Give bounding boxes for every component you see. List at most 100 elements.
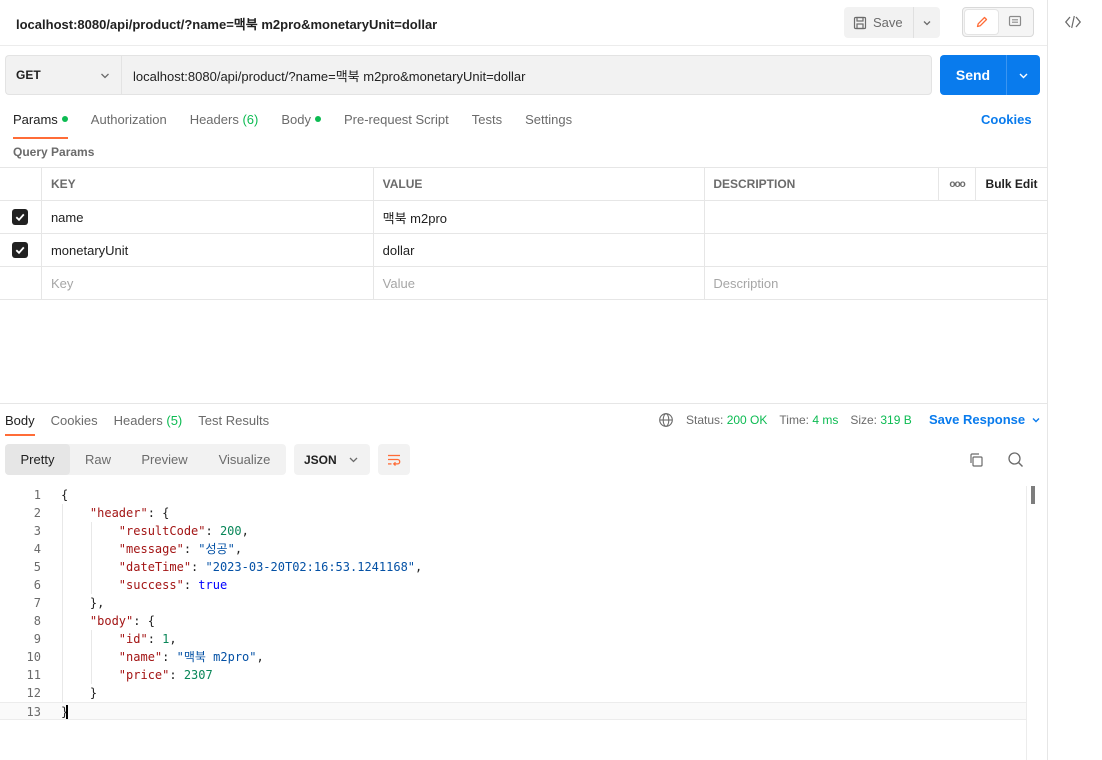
tab-test-results[interactable]: Test Results: [198, 411, 269, 436]
tab-label: Tests: [471, 112, 503, 127]
view-preview-button[interactable]: Preview: [126, 444, 203, 475]
param-key[interactable]: monetaryUnit: [42, 234, 374, 266]
code-line[interactable]: 1{: [0, 486, 1026, 504]
response-size[interactable]: Size: 319 B: [850, 413, 911, 427]
line-number: 10: [26, 650, 41, 664]
tab-label: Test Results: [198, 413, 270, 428]
tab-settings[interactable]: Settings: [525, 109, 572, 139]
indent-guide: [90, 558, 92, 576]
param-value[interactable]: 맥북 m2pro: [374, 201, 706, 233]
line-number: 6: [33, 578, 41, 592]
code-snippet-icon[interactable]: [1064, 13, 1082, 31]
code-text: {: [61, 488, 69, 502]
tab-label: Params: [13, 112, 58, 127]
indent-guide: [62, 666, 63, 684]
tab-pre-request-script[interactable]: Pre-request Script: [344, 109, 449, 139]
search-icon[interactable]: [1007, 451, 1024, 468]
param-checkbox[interactable]: [0, 201, 42, 233]
line-number: 13: [26, 705, 41, 719]
send-button[interactable]: Send: [940, 55, 1007, 95]
bulk-edit-button[interactable]: Bulk Edit: [976, 168, 1047, 200]
tab-count: (6): [242, 112, 259, 127]
chevron-down-icon: [1019, 73, 1028, 78]
send-options-button[interactable]: [1007, 55, 1040, 95]
code-line[interactable]: 4 "message": "성공",: [0, 540, 1026, 558]
wrap-lines-button[interactable]: [378, 444, 410, 475]
url-input[interactable]: localhost:8080/api/product/?name=맥북 m2pr…: [121, 55, 932, 95]
code-line[interactable]: 5 "dateTime": "2023-03-20T02:16:53.12411…: [0, 558, 1026, 576]
request-title[interactable]: localhost:8080/api/product/?name=맥북 m2pr…: [16, 14, 437, 33]
param-value[interactable]: dollar: [374, 234, 706, 266]
tab-response-headers[interactable]: Headers (5): [114, 411, 183, 436]
status-code[interactable]: Status: 200 OK: [686, 413, 767, 427]
scrollbar-thumb[interactable]: [1031, 486, 1035, 504]
tab-label: Settings: [525, 112, 573, 127]
tab-headers[interactable]: Headers (6): [190, 109, 259, 139]
edit-mode-button[interactable]: [965, 10, 998, 34]
checkbox-checked[interactable]: [12, 242, 29, 258]
new-description-input[interactable]: Description: [705, 267, 1047, 299]
response-divider[interactable]: [0, 403, 1047, 404]
param-checkbox[interactable]: [0, 234, 42, 266]
tab-body[interactable]: Body: [281, 109, 321, 139]
code-line[interactable]: 11 "price": 2307: [0, 666, 1026, 684]
param-description[interactable]: [705, 201, 1047, 233]
right-sidebar: [1047, 0, 1102, 760]
response-time[interactable]: Time: 4 ms: [779, 413, 838, 427]
checkbox-checked[interactable]: [12, 209, 29, 225]
chevron-down-icon: [1032, 417, 1040, 422]
save-options-button[interactable]: [914, 7, 940, 38]
mode-toggle: [962, 7, 1034, 37]
code-line[interactable]: 10 "name": "맥북 m2pro",: [0, 648, 1026, 666]
copy-icon[interactable]: [968, 452, 984, 468]
vertical-scrollbar[interactable]: [1026, 486, 1039, 760]
code-text: "success": true: [118, 578, 228, 592]
tab-response-cookies[interactable]: Cookies: [51, 411, 98, 436]
params-indicator-dot: [61, 116, 68, 122]
code-line[interactable]: 6 "success": true: [0, 576, 1026, 594]
tab-response-body[interactable]: Body: [5, 411, 35, 436]
param-key[interactable]: name: [42, 201, 374, 233]
title-bar: localhost:8080/api/product/?name=맥북 m2pr…: [0, 0, 1047, 46]
param-description[interactable]: [705, 234, 1047, 266]
tab-label: Body: [5, 413, 35, 428]
view-visualize-button[interactable]: Visualize: [203, 444, 286, 475]
code-line[interactable]: 7 },: [0, 594, 1026, 612]
comments-mode-button[interactable]: [998, 10, 1031, 34]
indent-guide: [62, 576, 63, 594]
send-button-group: Send: [940, 55, 1040, 95]
cookies-link[interactable]: Cookies: [981, 112, 1032, 127]
save-response-button[interactable]: Save Response: [929, 412, 1041, 427]
code-line[interactable]: 12 }: [0, 684, 1026, 702]
code-line[interactable]: 13}: [0, 702, 1026, 720]
method-select[interactable]: GET: [5, 55, 121, 95]
view-raw-button[interactable]: Raw: [70, 444, 126, 475]
tab-authorization[interactable]: Authorization: [91, 109, 167, 139]
response-body-viewer[interactable]: 1{2 "header": {3 "resultCode": 200, 4 "me…: [0, 486, 1026, 760]
column-header-description: DESCRIPTION: [705, 168, 940, 200]
code-text: },: [61, 596, 105, 610]
new-key-input[interactable]: Key: [42, 267, 374, 299]
line-number: 8: [33, 614, 41, 628]
more-options-button[interactable]: ooo: [939, 168, 977, 200]
tab-params[interactable]: Params: [13, 109, 68, 139]
code-text: "header": {: [89, 506, 170, 520]
code-line[interactable]: 8 "body": {: [0, 612, 1026, 630]
view-pretty-button[interactable]: Pretty: [5, 444, 70, 475]
globe-icon[interactable]: [658, 412, 674, 428]
query-params-heading: Query Params: [13, 145, 95, 159]
code-line[interactable]: 3 "resultCode": 200,: [0, 522, 1026, 540]
chevron-down-icon: [349, 457, 358, 463]
code-line[interactable]: 9 "id": 1,: [0, 630, 1026, 648]
params-table: KEY VALUE DESCRIPTION ooo Bulk Edit name…: [0, 167, 1047, 300]
code-text: "body": {: [89, 614, 155, 628]
indent-guide: [62, 522, 63, 540]
format-select[interactable]: JSON: [294, 444, 370, 475]
indent-guide: [62, 648, 63, 666]
indent-guide: [62, 594, 63, 612]
check-icon: [16, 246, 25, 255]
new-value-input[interactable]: Value: [374, 267, 706, 299]
tab-tests[interactable]: Tests: [472, 109, 502, 139]
save-button[interactable]: Save: [844, 7, 914, 38]
code-line[interactable]: 2 "header": {: [0, 504, 1026, 522]
